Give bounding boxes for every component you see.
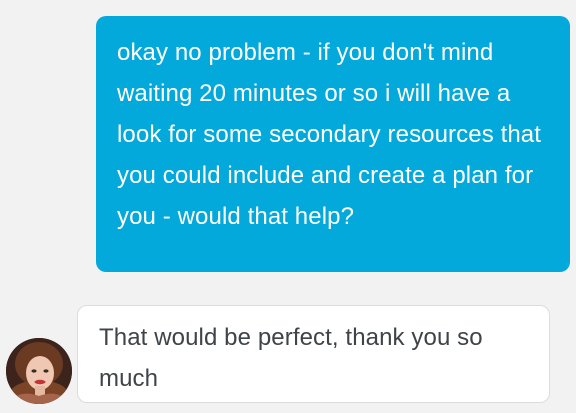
outgoing-message-bubble: okay no problem - if you don't mind wait… [96,16,570,272]
chat-thread: okay no problem - if you don't mind wait… [0,0,576,413]
user-photo-avatar-icon [6,338,72,404]
outgoing-message-text: okay no problem - if you don't mind wait… [117,39,541,230]
avatar[interactable] [6,338,72,404]
incoming-message-text: That would be perfect, thank you so much [99,324,483,392]
incoming-message-bubble: That would be perfect, thank you so much [77,305,550,403]
